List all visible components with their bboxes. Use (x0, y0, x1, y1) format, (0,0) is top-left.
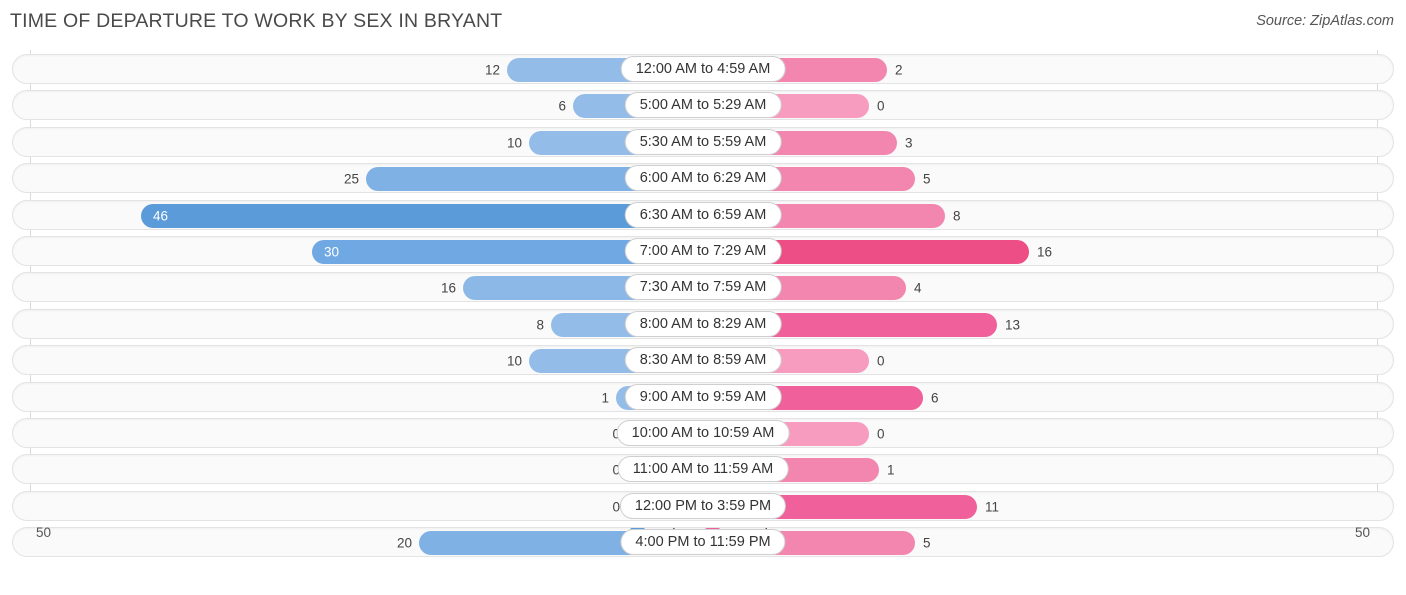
female-value-label: 11 (985, 499, 1000, 515)
female-value-label: 2 (895, 62, 903, 78)
female-value-label: 1 (887, 462, 895, 478)
table-row[interactable]: 46 8 6:30 AM to 6:59 AM (12, 199, 1394, 230)
male-value-label: 20 (396, 535, 412, 551)
female-value-label: 0 (877, 98, 885, 114)
page-title: TIME OF DEPARTURE TO WORK BY SEX IN BRYA… (10, 10, 503, 32)
category-label: 5:30 AM to 5:59 AM (624, 128, 782, 155)
female-value-label: 13 (1005, 317, 1021, 333)
table-row[interactable]: 6 0 5:00 AM to 5:29 AM (12, 90, 1394, 121)
table-row[interactable]: 1 6 9:00 AM to 9:59 AM (12, 381, 1394, 412)
male-value-label: 25 (343, 171, 359, 187)
category-label: 8:00 AM to 8:29 AM (624, 310, 782, 337)
table-row[interactable]: 25 5 6:00 AM to 6:29 AM (12, 163, 1394, 194)
plot-area: 12 2 12:00 AM to 4:59 AM 6 0 5:00 AM to 5:29 … (0, 50, 1406, 558)
male-value-label: 16 (440, 280, 456, 296)
chart-container: TIME OF DEPARTURE TO WORK BY SEX IN BRYA… (0, 0, 1406, 595)
female-value-label: 0 (877, 353, 885, 369)
female-value-label: 5 (923, 535, 931, 551)
male-value-label: 8 (536, 317, 544, 333)
axis-label-left: 50 (36, 525, 52, 540)
category-label: 6:00 AM to 6:29 AM (624, 165, 782, 192)
male-value-label: 10 (506, 353, 522, 369)
category-label: 5:00 AM to 5:29 AM (624, 92, 782, 119)
category-label: 8:30 AM to 8:59 AM (624, 347, 782, 374)
table-row[interactable]: 0 11 12:00 PM to 3:59 PM (12, 490, 1394, 521)
table-row[interactable]: 0 1 11:00 AM to 11:59 AM (12, 454, 1394, 485)
table-row[interactable]: 10 3 5:30 AM to 5:59 AM (12, 126, 1394, 157)
chart-header: TIME OF DEPARTURE TO WORK BY SEX IN BRYA… (0, 0, 1406, 46)
male-value-label: 0 (612, 499, 620, 515)
table-row[interactable]: 8 13 8:00 AM to 8:29 AM (12, 308, 1394, 339)
female-value-label: 8 (953, 208, 961, 224)
table-row[interactable]: 20 5 4:00 PM to 11:59 PM (12, 527, 1394, 558)
female-value-label: 16 (1037, 244, 1053, 260)
male-value-label: 1 (601, 390, 609, 406)
category-label: 7:30 AM to 7:59 AM (624, 274, 782, 301)
female-value-label: 5 (923, 171, 931, 187)
source-attribution: Source: ZipAtlas.com (1256, 13, 1394, 29)
axis-label-right: 50 (1354, 525, 1370, 540)
table-row[interactable]: 0010:00 AM to 10:59 AM (12, 418, 1394, 448)
male-value-label: 12 (484, 62, 500, 78)
female-value-label: 6 (931, 390, 939, 406)
category-label: 7:00 AM to 7:29 AM (624, 238, 782, 264)
male-bar[interactable]: 46 (141, 203, 702, 228)
category-label: 12:00 AM to 4:59 AM (620, 56, 786, 82)
female-value-label: 4 (914, 280, 922, 296)
male-value-label: 30 (324, 244, 340, 260)
category-label: 12:00 PM to 3:59 PM (619, 492, 787, 519)
category-label: 4:00 PM to 11:59 PM (620, 529, 786, 556)
table-row[interactable]: 16 4 7:30 AM to 7:59 AM (12, 272, 1394, 303)
category-label: 10:00 AM to 10:59 AM (616, 420, 790, 446)
female-value-label: 0 (877, 426, 885, 442)
female-value-label: 3 (905, 135, 913, 151)
table-row[interactable]: 10 0 8:30 AM to 8:59 AM (12, 345, 1394, 376)
male-value-label: 10 (506, 135, 522, 151)
category-label: 11:00 AM to 11:59 AM (617, 456, 789, 483)
male-value-label: 6 (558, 98, 566, 114)
table-row[interactable]: 30 16 7:00 AM to 7:29 AM (12, 236, 1394, 266)
table-row[interactable]: 12 2 12:00 AM to 4:59 AM (12, 54, 1394, 84)
male-value-label: 46 (153, 208, 169, 224)
category-label: 6:30 AM to 6:59 AM (624, 201, 782, 228)
category-label: 9:00 AM to 9:59 AM (624, 383, 782, 410)
